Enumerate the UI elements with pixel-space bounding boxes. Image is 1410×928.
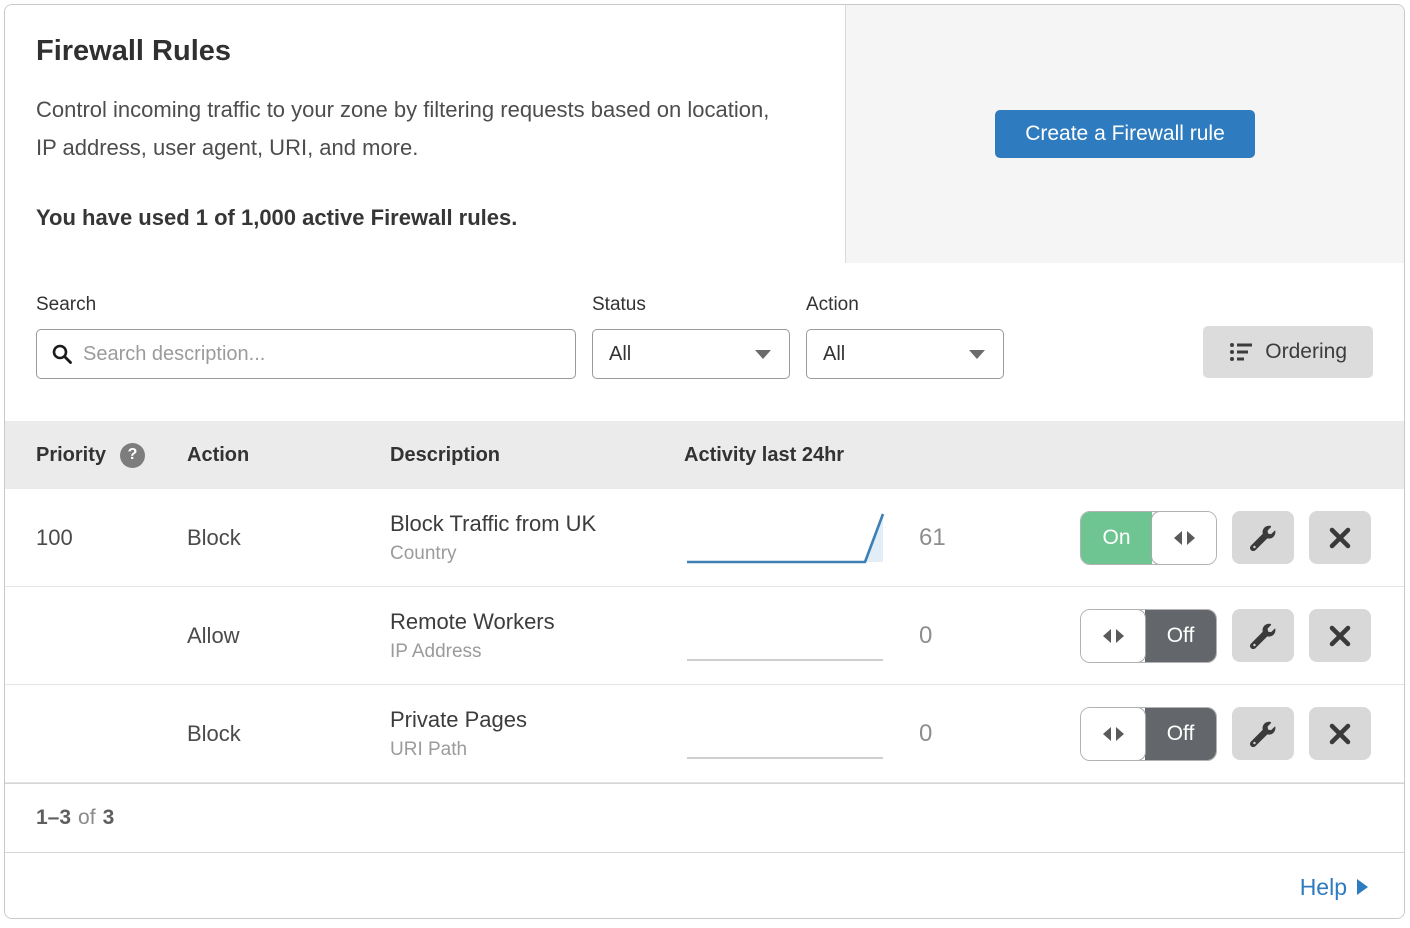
action-field-group: Action All	[806, 294, 1004, 379]
rule-description-cell: Private Pages URI Path	[390, 707, 684, 761]
rule-description: Block Traffic from UK	[390, 511, 684, 537]
table-row: Allow Remote Workers IP Address 0 Off	[5, 587, 1404, 685]
wrench-icon	[1250, 525, 1276, 551]
filter-bar: Search Status All Action All	[5, 263, 1404, 421]
wrench-icon	[1250, 721, 1276, 747]
page-description: Control incoming traffic to your zone by…	[36, 91, 789, 167]
close-icon	[1329, 527, 1351, 549]
header-text-panel: Firewall Rules Control incoming traffic …	[5, 5, 846, 263]
rule-action: Block	[187, 721, 390, 747]
table-header: Priority ? Action Description Activity l…	[5, 421, 1404, 489]
page-title: Firewall Rules	[36, 35, 789, 68]
activity-sparkline	[684, 705, 889, 763]
create-firewall-rule-button[interactable]: Create a Firewall rule	[995, 110, 1255, 158]
rule-description-cell: Block Traffic from UK Country	[390, 511, 684, 565]
status-dropdown[interactable]: All	[592, 329, 790, 379]
help-bar: Help	[5, 852, 1404, 919]
table-row: Block Private Pages URI Path 0 Off	[5, 685, 1404, 783]
usage-note: You have used 1 of 1,000 active Firewall…	[36, 205, 789, 231]
action-label: Action	[806, 294, 1004, 316]
toggle-state-label: Off	[1145, 610, 1216, 662]
search-input[interactable]	[83, 343, 561, 366]
rule-controls: Off	[1080, 609, 1404, 663]
search-box[interactable]	[36, 329, 576, 379]
caret-left-icon	[1103, 727, 1111, 741]
ordering-button[interactable]: Ordering	[1203, 326, 1373, 378]
toggle-knob[interactable]	[1080, 707, 1146, 761]
rule-enabled-toggle[interactable]: On	[1080, 511, 1217, 565]
wrench-icon	[1250, 623, 1276, 649]
ordered-list-icon	[1229, 341, 1253, 363]
search-label: Search	[36, 294, 576, 316]
pagination-of: of	[78, 806, 96, 830]
priority-help-icon[interactable]: ?	[120, 443, 145, 468]
chevron-down-icon	[755, 350, 771, 359]
toggle-knob[interactable]	[1151, 511, 1217, 565]
activity-sparkline	[684, 509, 889, 567]
delete-rule-button[interactable]	[1309, 707, 1371, 760]
caret-right-icon	[1116, 727, 1124, 741]
pagination-bar: 1–3 of 3	[5, 783, 1404, 852]
rule-activity-cell: 0	[684, 607, 1080, 665]
toggle-state-label: On	[1081, 512, 1152, 564]
search-icon	[51, 343, 73, 365]
delete-rule-button[interactable]	[1309, 511, 1371, 564]
chevron-down-icon	[969, 350, 985, 359]
caret-right-icon	[1187, 531, 1195, 545]
rule-controls: Off	[1080, 707, 1404, 761]
rule-description: Private Pages	[390, 707, 684, 733]
column-activity: Activity last 24hr	[684, 444, 1404, 467]
column-priority: Priority	[36, 444, 106, 467]
arrow-right-icon	[1357, 879, 1368, 895]
action-dropdown-value: All	[823, 343, 845, 366]
firewall-rules-panel: Firewall Rules Control incoming traffic …	[4, 4, 1405, 919]
rule-match-type: URI Path	[390, 739, 684, 761]
toggle-state-label: Off	[1145, 708, 1216, 760]
status-field-group: Status All	[592, 294, 790, 379]
status-label: Status	[592, 294, 790, 316]
rule-enabled-toggle[interactable]: Off	[1080, 707, 1217, 761]
search-field-group: Search	[36, 294, 576, 379]
rule-action: Block	[187, 525, 390, 551]
close-icon	[1329, 625, 1351, 647]
status-dropdown-value: All	[609, 343, 631, 366]
rule-description: Remote Workers	[390, 609, 684, 635]
header-action-panel: Create a Firewall rule	[846, 5, 1404, 263]
caret-left-icon	[1103, 629, 1111, 643]
rule-match-type: IP Address	[390, 641, 684, 663]
column-action: Action	[187, 444, 390, 467]
ordering-button-label: Ordering	[1265, 340, 1347, 364]
pagination-range: 1–3	[36, 806, 71, 830]
rule-activity-cell: 61	[684, 509, 1080, 567]
activity-count: 0	[919, 622, 963, 650]
caret-right-icon	[1116, 629, 1124, 643]
rule-enabled-toggle[interactable]: Off	[1080, 609, 1217, 663]
delete-rule-button[interactable]	[1309, 609, 1371, 662]
toggle-knob[interactable]	[1080, 609, 1146, 663]
rule-activity-cell: 0	[684, 705, 1080, 763]
caret-left-icon	[1174, 531, 1182, 545]
activity-count: 61	[919, 524, 963, 552]
activity-sparkline	[684, 607, 889, 665]
help-link[interactable]: Help	[1300, 874, 1368, 901]
column-description: Description	[390, 444, 684, 467]
rule-priority: 100	[5, 525, 187, 551]
rule-controls: On	[1080, 511, 1404, 565]
activity-count: 0	[919, 720, 963, 748]
pagination-total: 3	[103, 806, 115, 830]
header-section: Firewall Rules Control incoming traffic …	[5, 5, 1404, 263]
action-dropdown[interactable]: All	[806, 329, 1004, 379]
edit-rule-button[interactable]	[1232, 609, 1294, 662]
rule-match-type: Country	[390, 543, 684, 565]
close-icon	[1329, 723, 1351, 745]
table-row: 100 Block Block Traffic from UK Country …	[5, 489, 1404, 587]
edit-rule-button[interactable]	[1232, 707, 1294, 760]
help-link-label: Help	[1300, 874, 1347, 901]
rule-action: Allow	[187, 623, 390, 649]
edit-rule-button[interactable]	[1232, 511, 1294, 564]
rule-description-cell: Remote Workers IP Address	[390, 609, 684, 663]
